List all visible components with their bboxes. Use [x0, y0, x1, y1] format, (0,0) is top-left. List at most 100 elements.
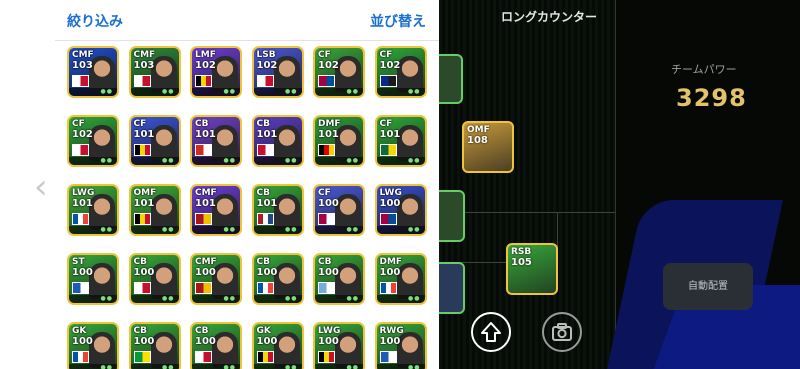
filter-button[interactable]: 絞り込み: [67, 11, 123, 31]
card-position: OMF: [467, 125, 490, 135]
player-card[interactable]: CF 102 ●●: [67, 115, 119, 167]
card-position: LMF: [195, 50, 216, 60]
card-rating: 100: [379, 198, 401, 209]
player-card[interactable]: CB 101 ●●: [251, 115, 304, 167]
card-rating: 100: [72, 336, 93, 347]
card-position: CB: [195, 326, 209, 336]
flag-icon: [379, 213, 397, 225]
card-position: CB: [318, 257, 332, 267]
arrow-up-circle-icon[interactable]: [471, 312, 511, 352]
skill-dots-icon: ●●: [285, 295, 298, 302]
player-card[interactable]: CB 100 ●●: [128, 253, 181, 305]
flag-icon: [133, 213, 151, 225]
card-rating: 100: [195, 336, 216, 347]
player-card[interactable]: CB 100 ●●: [190, 322, 242, 369]
card-position: LSB: [256, 50, 276, 60]
player-photo: [396, 332, 423, 368]
flag-icon: [72, 144, 89, 156]
flag-icon: [195, 75, 212, 87]
flag-icon: [256, 75, 274, 87]
pitch-line: [439, 212, 615, 213]
player-list-panel: 絞り込み 並び替え CMF 103 ●● CMF 103 ●● LMF 102 ●● LSB 102…: [55, 0, 439, 369]
flag-icon: [379, 282, 397, 294]
player-card[interactable]: CB 100 ●●: [313, 253, 365, 305]
pitch-player-card[interactable]: OMF 108: [462, 121, 514, 173]
player-card[interactable]: CF 102 ●●: [374, 46, 427, 98]
card-rating: 100: [379, 267, 401, 278]
player-card[interactable]: CB 101 ●●: [251, 184, 304, 236]
player-card[interactable]: LMF 102 ●●: [190, 46, 242, 98]
team-power-value: 3298: [676, 84, 747, 112]
player-card[interactable]: CB 100 ●●: [128, 322, 181, 369]
team-power-label: チームパワー: [671, 63, 737, 76]
card-rating: 100: [72, 267, 93, 278]
player-photo: [150, 56, 177, 92]
player-card[interactable]: DMF 100 ●●: [374, 253, 427, 305]
skill-dots-icon: ●●: [100, 295, 113, 302]
card-rating: 100: [195, 267, 216, 278]
card-rating: 101: [133, 198, 155, 209]
card-rating: 100: [133, 336, 155, 347]
flag-icon: [133, 144, 151, 156]
flag-icon: [256, 351, 274, 363]
player-card[interactable]: CMF 101 ●●: [190, 184, 242, 236]
card-position: LWG: [379, 188, 402, 198]
player-card[interactable]: LWG 101 ●●: [67, 184, 119, 236]
camera-icon[interactable]: [542, 312, 582, 352]
card-rating: 103: [133, 60, 155, 71]
card-position: RSB: [511, 247, 532, 257]
player-card[interactable]: LWG 100 ●●: [374, 184, 427, 236]
pitch-player-card[interactable]: RSB 105: [506, 243, 558, 295]
skill-dots-icon: ●●: [285, 226, 298, 233]
player-photo: [273, 263, 300, 299]
card-rating: 101: [379, 129, 401, 140]
card-rating: 102: [379, 60, 401, 71]
skill-dots-icon: ●●: [100, 226, 113, 233]
card-position: ST: [72, 257, 85, 267]
skill-dots-icon: ●●: [346, 157, 359, 164]
flag-icon: [195, 144, 212, 156]
player-photo: [150, 332, 177, 368]
player-card[interactable]: LSB 102 ●●: [251, 46, 304, 98]
card-rating: 102: [72, 129, 93, 140]
player-card[interactable]: CMF 103 ●●: [128, 46, 181, 98]
flag-icon: [318, 144, 335, 156]
pitch-player-card[interactable]: [439, 54, 463, 104]
player-card[interactable]: ST 100 ●●: [67, 253, 119, 305]
flag-icon: [133, 75, 151, 87]
player-card[interactable]: CB 100 ●●: [251, 253, 304, 305]
player-card[interactable]: CF 102 ●●: [313, 46, 365, 98]
player-photo: [273, 125, 300, 161]
player-card[interactable]: CF 101 ●●: [374, 115, 427, 167]
card-position: LWG: [318, 326, 341, 336]
player-card[interactable]: LWG 100 ●●: [313, 322, 365, 369]
pitch-player-card[interactable]: [439, 190, 465, 242]
player-card[interactable]: OMF 101 ●●: [128, 184, 181, 236]
player-card[interactable]: CF 101 ●●: [128, 115, 181, 167]
player-photo: [273, 56, 300, 92]
pitch-player-card[interactable]: [439, 262, 465, 314]
sort-button[interactable]: 並び替え: [370, 11, 426, 31]
player-card[interactable]: CMF 100 ●●: [190, 253, 242, 305]
player-card[interactable]: CB 101 ●●: [190, 115, 242, 167]
player-card[interactable]: CMF 103 ●●: [67, 46, 119, 98]
player-photo: [396, 56, 423, 92]
player-card[interactable]: CF 100 ●●: [313, 184, 365, 236]
player-photo: [396, 194, 423, 230]
pitch: [439, 0, 615, 369]
player-card[interactable]: RWG 100 ●●: [374, 322, 427, 369]
player-photo: [273, 332, 300, 368]
chevron-left-icon[interactable]: ‹: [34, 170, 48, 204]
flag-icon: [195, 213, 212, 225]
card-rating: 101: [72, 198, 93, 209]
auto-arrange-button[interactable]: 自動配置: [663, 263, 753, 310]
skill-dots-icon: ●●: [408, 157, 421, 164]
card-position: CMF: [195, 188, 217, 198]
card-rating: 102: [318, 60, 339, 71]
flag-icon: [256, 144, 274, 156]
player-card[interactable]: GK 100 ●●: [67, 322, 119, 369]
player-card[interactable]: GK 100 ●●: [251, 322, 304, 369]
card-position: RWG: [379, 326, 404, 336]
player-card[interactable]: DMF 101 ●●: [313, 115, 365, 167]
player-photo: [273, 194, 300, 230]
